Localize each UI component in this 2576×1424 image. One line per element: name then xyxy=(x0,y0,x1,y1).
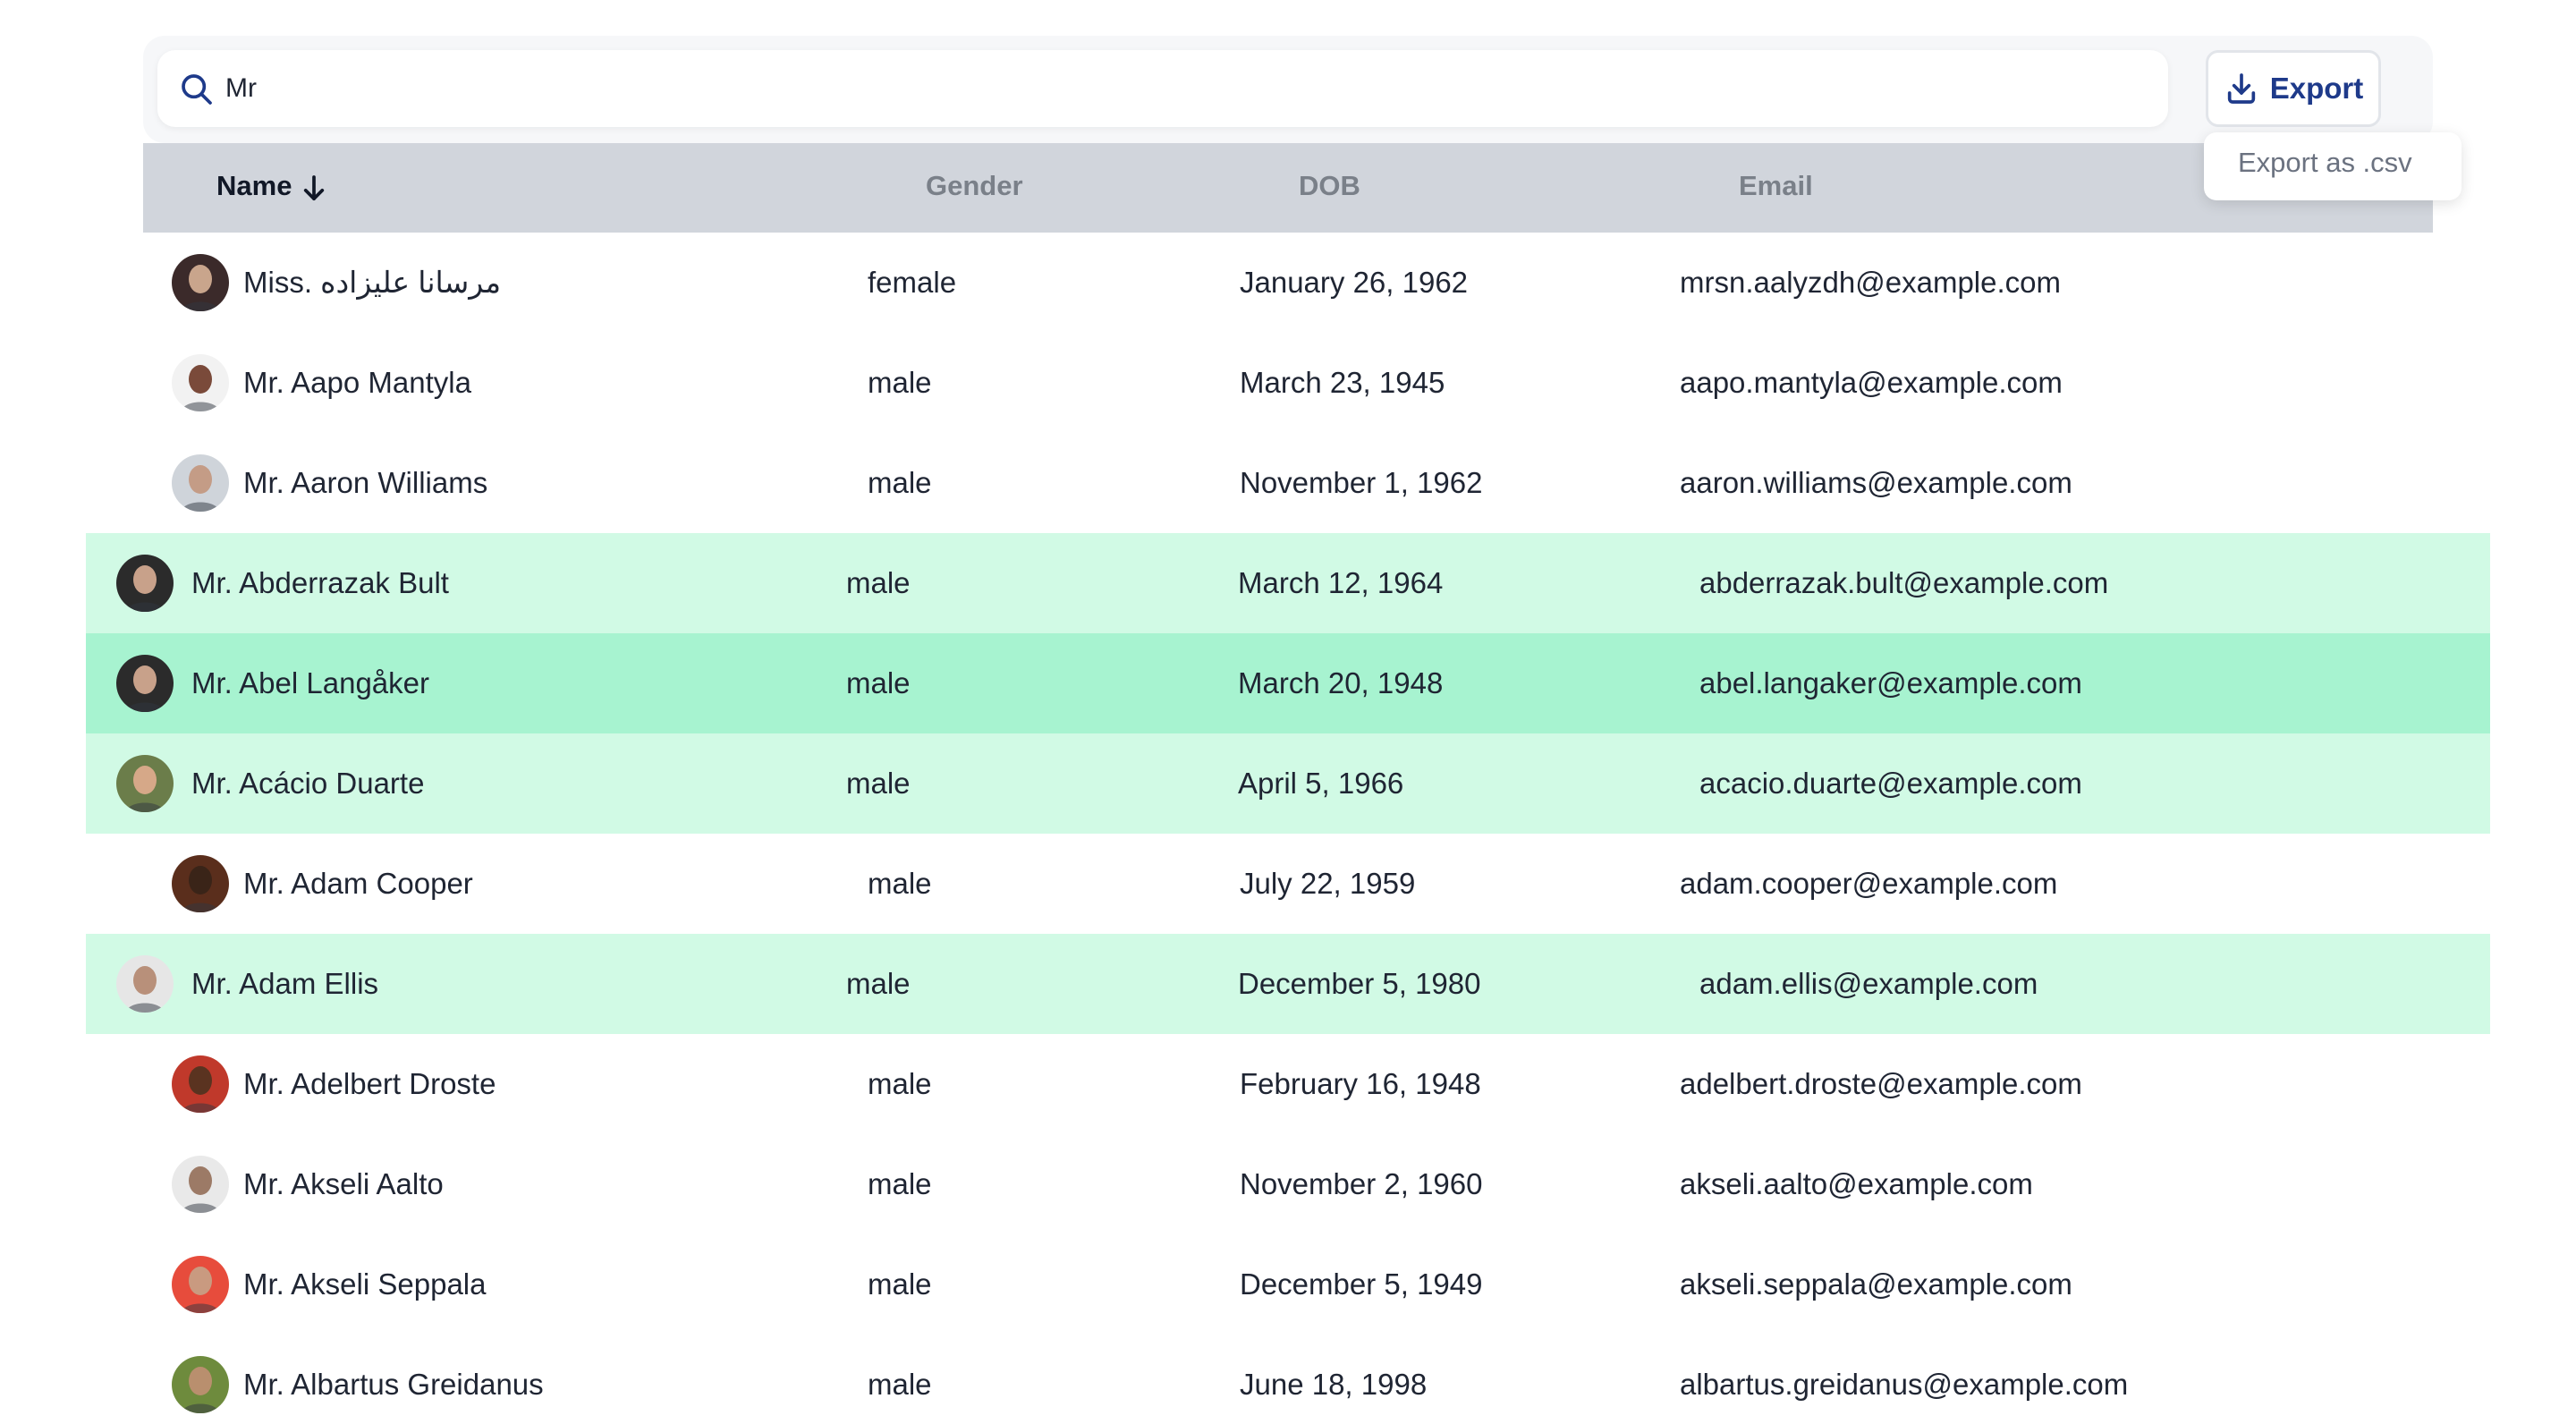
column-header-email[interactable]: Email xyxy=(1739,170,1813,202)
export-button-label: Export xyxy=(2269,72,2364,105)
cell-name: Mr. Acácio Duarte xyxy=(191,767,425,800)
avatar xyxy=(172,454,229,512)
cell-gender: male xyxy=(868,366,932,399)
column-header-gender[interactable]: Gender xyxy=(926,170,1023,202)
avatar xyxy=(172,1356,229,1413)
cell-dob: July 22, 1959 xyxy=(1240,867,1416,900)
column-header-dob[interactable]: DOB xyxy=(1299,170,1360,202)
cell-gender: male xyxy=(846,566,911,599)
avatar xyxy=(116,955,174,1013)
cell-email: abel.langaker@example.com xyxy=(1699,666,2082,699)
cell-dob: March 20, 1948 xyxy=(1238,666,1444,699)
cell-name: Mr. Akseli Seppala xyxy=(243,1267,487,1301)
cell-name: Mr. Akseli Aalto xyxy=(243,1167,444,1200)
cell-email: aaron.williams@example.com xyxy=(1680,466,2072,499)
cell-name: Mr. Adam Ellis xyxy=(191,967,379,1000)
search-input[interactable] xyxy=(225,55,2140,122)
cell-email: albartus.greidanus@example.com xyxy=(1680,1368,2129,1401)
cell-name: Mr. Aapo Mantyla xyxy=(243,366,471,399)
cell-name: Mr. Abderrazak Bult xyxy=(191,566,449,599)
cell-dob: December 5, 1980 xyxy=(1238,967,1481,1000)
cell-email: mrsn.aalyzdh@example.com xyxy=(1680,266,2061,299)
cell-dob: April 5, 1966 xyxy=(1238,767,1404,800)
avatar xyxy=(172,354,229,411)
avatar xyxy=(172,1156,229,1213)
cell-dob: November 2, 1960 xyxy=(1240,1167,1483,1200)
avatar xyxy=(172,1055,229,1113)
cell-gender: female xyxy=(868,266,957,299)
cell-dob: November 1, 1962 xyxy=(1240,466,1483,499)
column-header-name[interactable]: Name xyxy=(216,170,292,202)
avatar xyxy=(116,655,174,712)
export-button[interactable]: Export xyxy=(2206,50,2381,127)
cell-gender: male xyxy=(868,466,932,499)
cell-dob: March 12, 1964 xyxy=(1238,566,1444,599)
avatar xyxy=(172,254,229,311)
cell-email: acacio.duarte@example.com xyxy=(1699,767,2082,800)
cell-email: aapo.mantyla@example.com xyxy=(1680,366,2063,399)
avatar xyxy=(116,755,174,812)
cell-gender: male xyxy=(868,867,932,900)
cell-email: adam.cooper@example.com xyxy=(1680,867,2058,900)
table-header xyxy=(143,143,2433,233)
cell-gender: male xyxy=(868,1167,932,1200)
cell-gender: male xyxy=(868,1067,932,1100)
cell-name: Miss. مرسانا علیزاده xyxy=(243,266,502,299)
cell-gender: male xyxy=(846,666,911,699)
sort-descending-icon[interactable] xyxy=(302,175,326,202)
cell-gender: male xyxy=(868,1267,932,1301)
cell-dob: June 18, 1998 xyxy=(1240,1368,1428,1401)
app-stage: Export Name Gender DOB Email Miss. مرسان… xyxy=(0,0,2576,1424)
cell-name: Mr. Aaron Williams xyxy=(243,466,488,499)
avatar xyxy=(116,555,174,612)
cell-dob: December 5, 1949 xyxy=(1240,1267,1483,1301)
cell-name: Mr. Adelbert Droste xyxy=(243,1067,496,1100)
search-icon xyxy=(182,74,212,105)
avatar xyxy=(172,855,229,912)
cell-name: Mr. Adam Cooper xyxy=(243,867,473,900)
cell-gender: male xyxy=(846,967,911,1000)
cell-gender: male xyxy=(846,767,911,800)
cell-dob: February 16, 1948 xyxy=(1240,1067,1481,1100)
cell-email: abderrazak.bult@example.com xyxy=(1699,566,2109,599)
cell-email: akseli.aalto@example.com xyxy=(1680,1167,2033,1200)
cell-name: Mr. Albartus Greidanus xyxy=(243,1368,544,1401)
cell-email: akseli.seppala@example.com xyxy=(1680,1267,2072,1301)
download-icon xyxy=(2227,73,2255,104)
cell-dob: January 26, 1962 xyxy=(1240,266,1469,299)
cell-gender: male xyxy=(868,1368,932,1401)
cell-dob: March 23, 1945 xyxy=(1240,366,1445,399)
avatar xyxy=(172,1256,229,1313)
export-csv-menu-item[interactable]: Export as .csv xyxy=(2238,147,2412,179)
cell-email: adam.ellis@example.com xyxy=(1699,967,2038,1000)
cell-email: adelbert.droste@example.com xyxy=(1680,1067,2082,1100)
cell-name: Mr. Abel Langåker xyxy=(191,666,429,699)
